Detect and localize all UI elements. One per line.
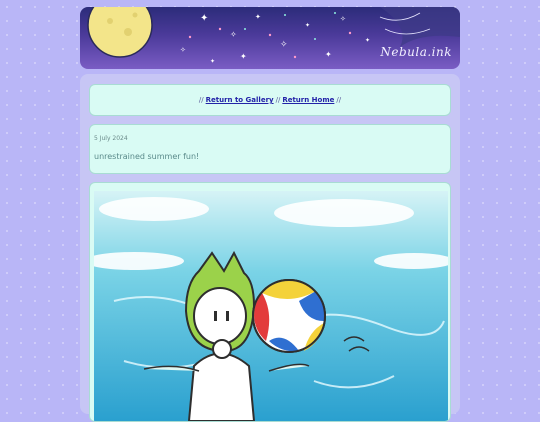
svg-text:✦: ✦ bbox=[255, 13, 261, 21]
svg-text:✦: ✦ bbox=[305, 22, 310, 29]
svg-text:✧: ✧ bbox=[340, 15, 346, 23]
svg-text:✧: ✧ bbox=[230, 30, 237, 39]
nav-prefix: // bbox=[198, 96, 204, 104]
content-column: // Return to Gallery // Return Home // 5… bbox=[80, 74, 460, 422]
navigation-card: // Return to Gallery // Return Home // bbox=[89, 84, 451, 116]
moon-icon bbox=[87, 7, 153, 58]
post-title: unrestrained summer fun! bbox=[94, 152, 200, 161]
character-face bbox=[193, 287, 247, 345]
nav-suffix: // bbox=[336, 96, 342, 104]
svg-text:✦: ✦ bbox=[240, 52, 247, 61]
svg-text:✧: ✧ bbox=[280, 40, 288, 50]
return-home-link[interactable]: Return Home bbox=[282, 96, 334, 104]
svg-text:✦: ✦ bbox=[210, 58, 215, 65]
svg-text:✧: ✧ bbox=[180, 46, 186, 54]
svg-text:✦: ✦ bbox=[365, 37, 370, 44]
banner-artwork: ✦ ✧ ✦ ✧ ✦ ✦ ✧ ✦ ✧ ✦ ✦ bbox=[87, 7, 460, 65]
artwork-card bbox=[89, 182, 451, 422]
stars-decoration: ✦ ✧ ✦ ✧ ✦ ✦ ✧ ✦ ✧ ✦ ✦ bbox=[180, 13, 370, 65]
site-banner: ✦ ✧ ✦ ✧ ✦ ✦ ✧ ✦ ✧ ✦ ✦ Nebula.ink bbox=[80, 7, 460, 69]
nav-separator: // bbox=[275, 96, 281, 104]
artist-signature: Nebula.ink bbox=[380, 45, 452, 59]
return-to-gallery-link[interactable]: Return to Gallery bbox=[206, 96, 274, 104]
post-info-card: 5 July 2024 unrestrained summer fun! bbox=[89, 124, 451, 174]
post-date: 5 July 2024 bbox=[94, 135, 128, 142]
svg-text:✦: ✦ bbox=[325, 50, 332, 59]
beach-ball-icon bbox=[252, 279, 326, 353]
artwork-image[interactable] bbox=[94, 191, 448, 421]
svg-text:✦: ✦ bbox=[200, 13, 208, 24]
